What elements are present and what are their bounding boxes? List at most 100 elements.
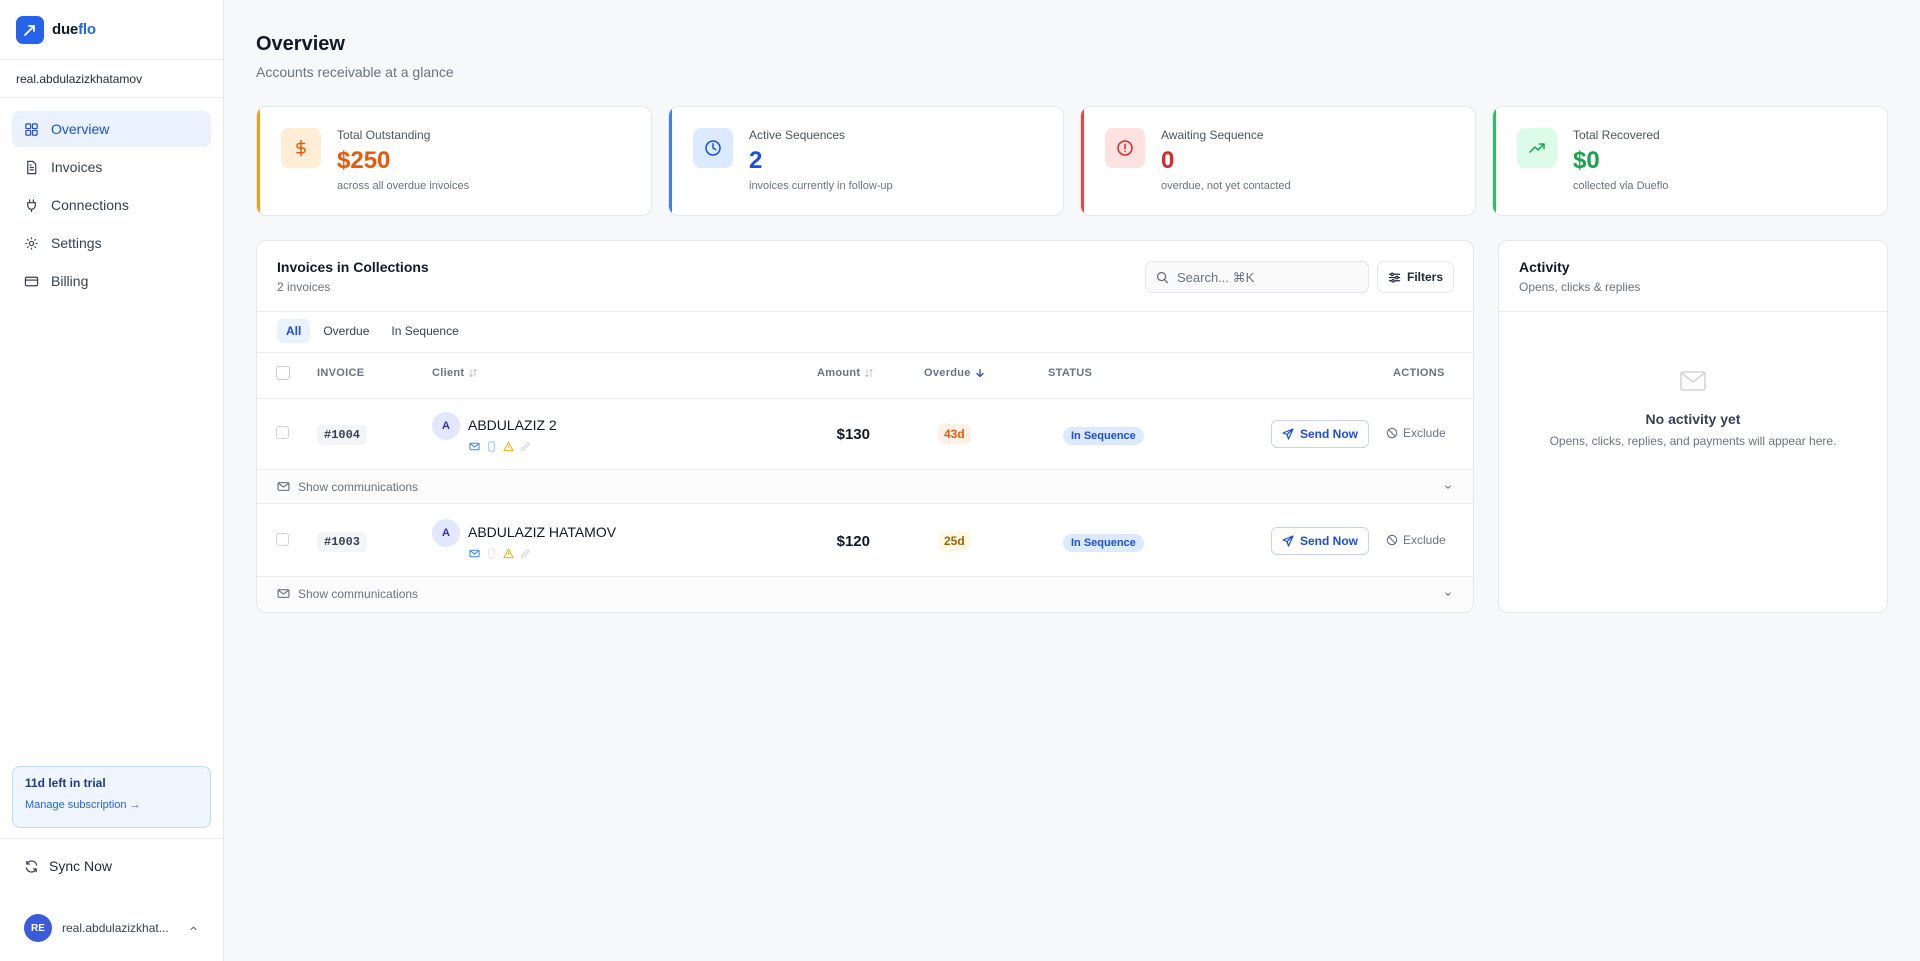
sidebar-item-connections[interactable]: Connections	[12, 187, 211, 223]
overdue-badge: 25d	[938, 531, 971, 551]
trial-title: 11d left in trial	[25, 776, 106, 790]
invoices-count: 2 invoices	[277, 280, 331, 294]
column-header-overdue[interactable]: Overdue	[924, 367, 985, 379]
sidebar-item-label: Overview	[51, 121, 110, 137]
dueflo-logo-icon	[16, 15, 44, 44]
user-menu[interactable]: RE real.abdulazizkhat...	[12, 910, 211, 946]
status-badge: In Sequence	[1063, 427, 1144, 445]
ban-icon	[1386, 427, 1398, 439]
brand[interactable]: dueflo	[0, 0, 223, 60]
show-communications-toggle[interactable]: Show communications	[257, 470, 1473, 503]
ban-icon	[1386, 534, 1398, 546]
avatar: RE	[24, 914, 52, 942]
filters-label: Filters	[1406, 270, 1443, 284]
phone-icon	[488, 548, 495, 559]
pencil-icon	[521, 441, 531, 451]
show-communications-toggle[interactable]: Show communications	[257, 577, 1473, 610]
mail-icon	[277, 589, 290, 598]
plug-icon	[27, 198, 36, 212]
client-name[interactable]: ABDULAZIZ 2	[468, 417, 557, 433]
column-header-invoice: INVOICE	[317, 367, 365, 379]
stat-card-total-outstanding: Total Outstanding $250 across all overdu…	[256, 106, 652, 216]
activity-empty-subtitle: Opens, clicks, replies, and payments wil…	[1549, 434, 1837, 448]
show-communications-label: Show communications	[298, 586, 419, 601]
client-name[interactable]: ABDULAZIZ HATAMOV	[468, 524, 616, 540]
stat-caption: overdue, not yet contacted	[1161, 180, 1291, 192]
workspace-name[interactable]: real.abdulazizkhatamov	[0, 60, 223, 98]
show-communications-label: Show communications	[298, 479, 419, 494]
sidebar-item-overview[interactable]: Overview	[12, 111, 211, 147]
sidebar-item-invoices[interactable]: Invoices	[12, 149, 211, 185]
stat-value: $250	[337, 147, 391, 174]
stat-label: Total Outstanding	[337, 128, 431, 142]
divider	[257, 503, 1473, 504]
stat-icon-box	[693, 128, 733, 168]
grid-icon	[25, 122, 38, 136]
invoice-number[interactable]: #1004	[317, 425, 368, 445]
stat-accent-bar	[1493, 107, 1496, 215]
client-avatar: A	[432, 519, 460, 547]
user-name: real.abdulazizkhat...	[62, 921, 169, 935]
tab-overdue[interactable]: Overdue	[314, 319, 378, 343]
stat-icon-box	[281, 128, 321, 168]
tab-all[interactable]: All	[277, 319, 311, 343]
sliders-icon	[1388, 271, 1401, 283]
activity-card: Activity Opens, clicks & replies No acti…	[1498, 240, 1888, 613]
sidebar-divider	[0, 838, 223, 839]
invoices-card: Invoices in Collections 2 invoices Filte…	[256, 240, 1474, 613]
stat-label: Total Recovered	[1573, 128, 1660, 142]
alert-circle-icon	[1117, 140, 1133, 156]
clock-icon	[705, 140, 721, 156]
send-icon	[1282, 428, 1294, 440]
credit-card-icon	[24, 276, 39, 286]
row-checkbox[interactable]	[276, 426, 289, 439]
tab-in-sequence[interactable]: In Sequence	[382, 319, 467, 343]
dollar-icon	[296, 139, 306, 157]
invoices-title: Invoices in Collections	[277, 259, 429, 275]
sidebar-item-label: Billing	[51, 273, 89, 289]
gear-icon	[25, 236, 38, 250]
mail-icon	[469, 442, 480, 451]
sync-now-button[interactable]: Sync Now	[12, 848, 211, 884]
channel-indicators	[469, 441, 531, 452]
stat-accent-bar	[257, 107, 260, 215]
column-header-client[interactable]: Client	[432, 367, 478, 379]
column-header-amount[interactable]: Amount	[817, 367, 874, 379]
stat-caption: collected via Dueflo	[1573, 180, 1669, 192]
client-avatar: A	[432, 412, 460, 440]
chevron-up-icon	[190, 925, 197, 930]
invoice-amount: $130	[836, 426, 870, 443]
overdue-badge: 43d	[938, 424, 971, 444]
filters-button[interactable]: Filters	[1377, 261, 1454, 293]
stat-card-active-sequences: Active Sequences 2 invoices currently in…	[668, 106, 1064, 216]
exclude-button[interactable]: Exclude	[1386, 533, 1446, 547]
invoice-number[interactable]: #1003	[317, 532, 368, 552]
send-now-button[interactable]: Send Now	[1271, 527, 1369, 555]
exclude-button[interactable]: Exclude	[1386, 426, 1446, 440]
manage-subscription-link[interactable]: Manage subscription →	[25, 799, 198, 811]
sidebar-item-label: Connections	[51, 197, 129, 213]
row-checkbox[interactable]	[276, 533, 289, 546]
activity-empty-title: No activity yet	[1645, 411, 1741, 427]
status-badge: In Sequence	[1063, 534, 1144, 552]
select-all-checkbox[interactable]	[276, 366, 290, 380]
sidebar-item-settings[interactable]: Settings	[12, 225, 211, 261]
trial-banner: 11d left in trial Manage subscription →	[12, 766, 211, 828]
stat-label: Active Sequences	[749, 128, 846, 142]
file-text-icon	[27, 160, 37, 174]
search-input[interactable]	[1177, 269, 1347, 285]
divider	[257, 398, 1473, 399]
stat-card-awaiting-sequence: Awaiting Sequence 0 overdue, not yet con…	[1080, 106, 1476, 216]
search-box[interactable]	[1145, 261, 1369, 293]
stat-caption: invoices currently in follow-up	[749, 180, 893, 192]
chevron-down-icon	[1445, 591, 1451, 596]
sidebar-item-label: Settings	[51, 235, 102, 251]
arrow-down-icon	[976, 368, 984, 378]
sort-icon	[865, 368, 874, 378]
sidebar: dueflo real.abdulazizkhatamov Overview I…	[0, 0, 224, 961]
send-now-button[interactable]: Send Now	[1271, 420, 1369, 448]
column-header-actions: ACTIONS	[1393, 367, 1445, 379]
sidebar-item-billing[interactable]: Billing	[12, 263, 211, 299]
stat-caption: across all overdue invoices	[337, 180, 470, 192]
invoice-tabs: All Overdue In Sequence	[277, 319, 468, 343]
